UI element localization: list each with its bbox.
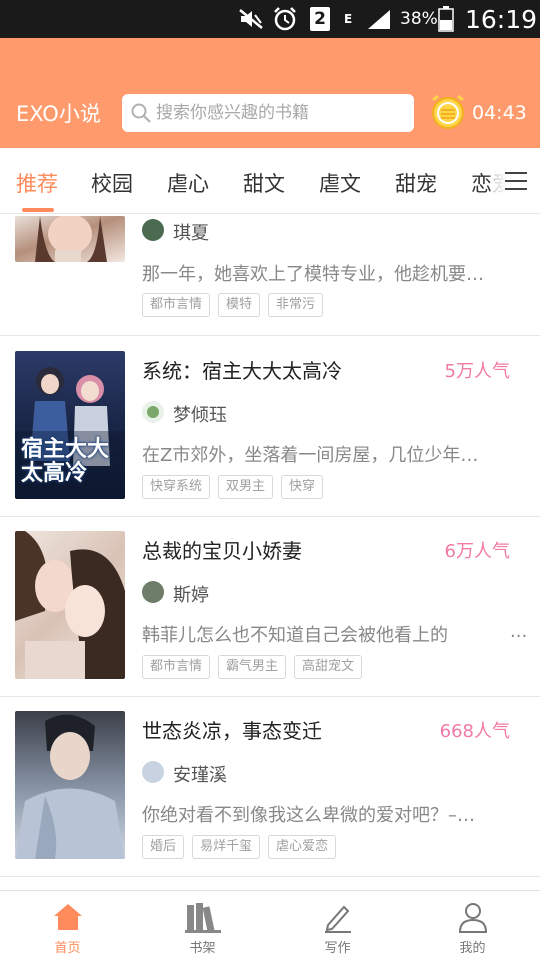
nav-bookshelf[interactable]: 书架	[135, 891, 270, 960]
tag-list: 婚后 易烊千玺 虐心爱恋	[142, 835, 337, 859]
author-avatar	[142, 581, 164, 603]
tab-campus[interactable]: 校园	[91, 168, 133, 198]
tag[interactable]: 模特	[218, 293, 261, 317]
tab-sad[interactable]: 虐文	[319, 168, 361, 198]
mute-icon	[238, 0, 264, 38]
book-list: 琪夏 那一年，她喜欢上了模特专业，他趁机要… 都市言情 模特 非常污 宿主大大太…	[0, 215, 540, 890]
mobile-data-icon: E	[344, 0, 352, 38]
tab-heartbreak[interactable]: 虐心	[167, 168, 209, 198]
book-title: 系统：宿主大大太高冷	[142, 359, 342, 383]
book-description: 那一年，她喜欢上了模特专业，他趁机要…	[142, 264, 484, 285]
tab-recommend[interactable]: 推荐	[16, 168, 58, 198]
book-item[interactable]: 琪夏 那一年，她喜欢上了模特专业，他趁机要… 都市言情 模特 非常污	[0, 215, 540, 336]
app-title: EXO小说	[16, 102, 101, 126]
gold-timer-icon[interactable]	[428, 92, 468, 136]
book-popularity: 668人气	[439, 721, 510, 742]
clock: 16:19	[465, 4, 538, 34]
book-description: 韩菲儿怎么也不知道自己会被他看上的	[142, 625, 448, 646]
author-avatar	[142, 401, 164, 423]
nav-label: 写作	[324, 941, 351, 956]
tag[interactable]: 快穿	[281, 475, 324, 499]
tag[interactable]: 高甜宠文	[294, 655, 363, 679]
alarm-icon	[272, 0, 298, 38]
timer-text: 04:43	[472, 102, 527, 124]
sim-card-icon: 2	[310, 0, 330, 38]
author-name: 琪夏	[173, 223, 209, 244]
book-description: 你绝对看不到像我这么卑微的爱对吧？–…	[142, 805, 475, 826]
search-icon	[131, 103, 151, 123]
nav-home[interactable]: 首页	[0, 891, 135, 960]
book-title: 世态炎凉，事态变迁	[142, 719, 322, 743]
tag[interactable]: 易烊千玺	[192, 835, 261, 859]
nav-label: 首页	[54, 941, 81, 956]
nav-label: 书架	[189, 941, 216, 956]
active-tab-indicator	[22, 208, 54, 212]
cover-title-text: 宿主大大太高冷	[21, 436, 110, 486]
tag-list: 都市言情 霸气男主 高甜宠文	[142, 655, 363, 679]
tab-sweet-pet[interactable]: 甜宠	[395, 168, 437, 198]
nav-write[interactable]: 写作	[270, 891, 405, 960]
data-type-text: E	[344, 12, 353, 26]
author-name: 斯婷	[173, 585, 209, 606]
tag[interactable]: 虐心爱恋	[268, 835, 337, 859]
book-item[interactable]: 宿主大大太高冷 系统：宿主大大太高冷 5万人气 梦倾珏 在Z市郊外，坐落着一间房…	[0, 337, 540, 517]
battery-icon	[438, 0, 454, 38]
tag[interactable]: 婚后	[142, 835, 185, 859]
bottom-nav: 首页 书架 写作 我的	[0, 890, 540, 960]
book-cover	[15, 216, 125, 262]
tag[interactable]: 非常污	[268, 293, 324, 317]
search-bar[interactable]	[122, 94, 414, 132]
menu-icon	[505, 172, 527, 190]
author-name: 梦倾珏	[173, 405, 227, 426]
tab-sweet[interactable]: 甜文	[243, 168, 285, 198]
author-avatar	[142, 761, 164, 783]
status-bar: 2 E 38% 16:19	[0, 0, 540, 38]
app-header: EXO小说 04:43	[0, 38, 540, 148]
description-ellipsis: ...	[510, 621, 528, 642]
user-icon	[458, 903, 487, 933]
book-cover	[15, 711, 125, 859]
signal-icon	[366, 0, 392, 38]
category-tabs: 推荐 校园 虐心 甜文 虐文 甜宠 恋爱	[0, 148, 540, 214]
tag[interactable]: 都市言情	[142, 655, 211, 679]
book-item[interactable]: 世态炎凉，事态变迁 668人气 安瑾溪 你绝对看不到像我这么卑微的爱对吧？–… …	[0, 697, 540, 877]
book-cover: 宿主大大太高冷	[15, 351, 125, 499]
book-title: 总裁的宝贝小娇妻	[142, 539, 302, 563]
nav-profile[interactable]: 我的	[405, 891, 540, 960]
author-avatar	[142, 219, 164, 241]
tag[interactable]: 都市言情	[142, 293, 211, 317]
tag[interactable]: 霸气男主	[218, 655, 287, 679]
tabs-menu-button[interactable]	[492, 148, 540, 213]
nav-label: 我的	[459, 941, 486, 956]
author-name: 安瑾溪	[173, 765, 227, 786]
book-cover	[15, 531, 125, 679]
book-description: 在Z市郊外，坐落着一间房屋，几位少年…	[142, 445, 479, 466]
book-popularity: 5万人气	[444, 361, 510, 382]
book-item[interactable]: 总裁的宝贝小娇妻 6万人气 斯婷 韩菲儿怎么也不知道自己会被他看上的 ... 都…	[0, 517, 540, 697]
bookshelf-icon	[184, 903, 221, 933]
sim-slot-text: 2	[310, 7, 330, 31]
book-popularity: 6万人气	[444, 541, 510, 562]
tag-list: 快穿系统 双男主 快穿	[142, 475, 324, 499]
home-icon	[53, 904, 82, 930]
battery-percent: 38%	[400, 9, 438, 29]
tag[interactable]: 快穿系统	[142, 475, 211, 499]
search-input[interactable]	[156, 103, 406, 123]
pencil-icon	[324, 905, 351, 933]
tag[interactable]: 双男主	[218, 475, 274, 499]
tag-list: 都市言情 模特 非常污	[142, 293, 324, 317]
